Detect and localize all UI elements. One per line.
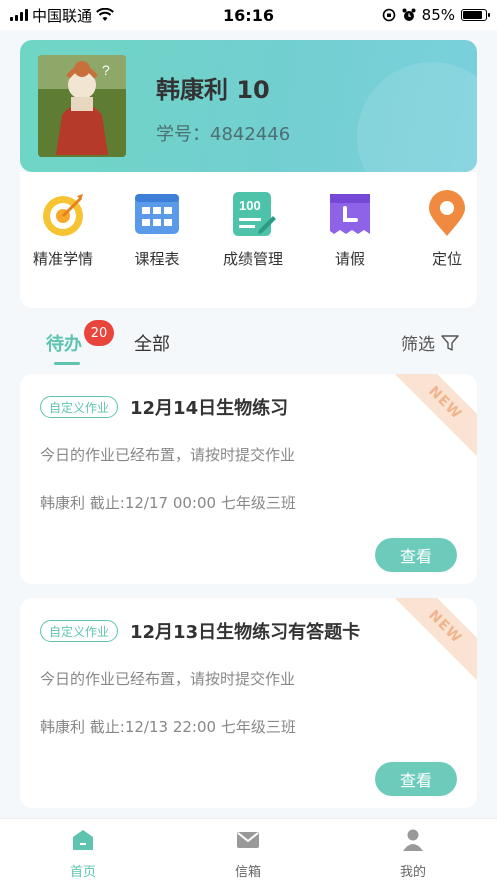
new-ribbon: NEW bbox=[384, 598, 477, 688]
quick-action-label: 课程表 bbox=[134, 250, 180, 268]
student-id: 学号：4842446 bbox=[156, 120, 290, 146]
signal-icon bbox=[10, 9, 28, 21]
svg-text:100: 100 bbox=[239, 198, 261, 213]
calendar-grid-icon bbox=[135, 194, 179, 234]
task-card[interactable]: NEW 自定义作业 12月14日生物练习 今日的作业已经布置，请按时提交作业 韩… bbox=[20, 374, 477, 584]
score-icon: 100 bbox=[233, 192, 276, 236]
nav-item-mailbox[interactable]: 信箱 bbox=[208, 827, 288, 880]
quick-action-precise-study[interactable]: 精准学情 bbox=[20, 190, 106, 269]
profile-card[interactable]: ? 韩康利 10 学号：4842446 bbox=[20, 40, 477, 172]
task-card[interactable]: NEW 自定义作业 12月13日生物练习有答题卡 今日的作业已经布置，请按时提交… bbox=[20, 598, 477, 808]
target-icon bbox=[43, 194, 83, 236]
tab-todo[interactable]: 待办 bbox=[46, 330, 82, 356]
quick-action-label: 定位 bbox=[431, 250, 462, 268]
quick-action-grades[interactable]: 100 成绩管理 bbox=[210, 190, 296, 269]
tab-active-indicator bbox=[54, 362, 80, 365]
quick-action-leave[interactable]: 请假 bbox=[307, 190, 393, 269]
task-type-tag: 自定义作业 bbox=[40, 620, 119, 642]
nav-label: 信箱 bbox=[234, 865, 261, 880]
card-decoration bbox=[357, 62, 477, 172]
quick-action-label: 请假 bbox=[334, 250, 365, 268]
leave-icon bbox=[330, 194, 370, 234]
battery-percent: 85% bbox=[421, 6, 455, 24]
task-title: 12月14日生物练习 bbox=[130, 398, 289, 419]
status-left: 中国联通 bbox=[10, 5, 170, 26]
carrier-name: 中国联通 bbox=[32, 6, 93, 25]
task-title: 12月13日生物练习有答题卡 bbox=[130, 622, 361, 643]
nav-label: 我的 bbox=[399, 865, 426, 880]
bottom-nav: 首页 信箱 我的 bbox=[0, 818, 497, 883]
student-id-label: 学号： bbox=[156, 124, 210, 145]
quick-action-timetable[interactable]: 课程表 bbox=[114, 190, 200, 269]
user-icon bbox=[403, 829, 423, 851]
task-meta: 韩康利 截止:12/13 22:00 七年级三班 bbox=[40, 718, 296, 736]
quick-action-location[interactable]: 定位 bbox=[404, 190, 490, 269]
view-button[interactable]: 查看 bbox=[375, 762, 457, 796]
todo-count-badge: 20 bbox=[84, 320, 114, 346]
battery-icon bbox=[461, 9, 490, 21]
user-name: 韩康利 10 bbox=[156, 76, 270, 104]
battery-fill bbox=[463, 11, 482, 19]
mail-icon bbox=[237, 832, 259, 848]
student-id-value: 4842446 bbox=[210, 124, 291, 145]
quick-action-label: 成绩管理 bbox=[222, 250, 283, 268]
nav-label: 首页 bbox=[69, 865, 96, 880]
task-tabs: 待办 20 全部 筛选 bbox=[20, 318, 477, 374]
new-ribbon: NEW bbox=[384, 374, 477, 464]
location-pin-icon bbox=[429, 190, 465, 236]
quick-action-label: 精准学情 bbox=[32, 250, 93, 268]
alarm-icon bbox=[402, 8, 416, 21]
view-button[interactable]: 查看 bbox=[375, 538, 457, 572]
clock: 16:16 bbox=[223, 5, 274, 25]
task-description: 今日的作业已经布置，请按时提交作业 bbox=[40, 670, 296, 688]
filter-label: 筛选 bbox=[401, 335, 435, 355]
filter-icon bbox=[441, 334, 459, 351]
task-type-tag: 自定义作业 bbox=[40, 396, 119, 418]
avatar[interactable]: ? bbox=[38, 55, 126, 157]
svg-text:?: ? bbox=[102, 62, 110, 78]
tab-all[interactable]: 全部 bbox=[134, 330, 170, 356]
task-meta: 韩康利 截止:12/17 00:00 七年级三班 bbox=[40, 494, 296, 512]
home-icon bbox=[73, 830, 93, 850]
quick-actions-panel: 精准学情 课程表 100 成绩管理 请假 定位 bbox=[20, 172, 477, 308]
nav-item-home[interactable]: 首页 bbox=[43, 827, 123, 880]
wifi-icon bbox=[96, 8, 114, 21]
status-right: 85% bbox=[327, 6, 490, 24]
status-bar: 中国联通 16:16 85% bbox=[0, 0, 497, 30]
rotation-lock-icon bbox=[382, 8, 395, 22]
task-description: 今日的作业已经布置，请按时提交作业 bbox=[40, 446, 296, 464]
filter-button[interactable]: 筛选 bbox=[401, 330, 459, 355]
nav-item-mine[interactable]: 我的 bbox=[373, 827, 453, 880]
